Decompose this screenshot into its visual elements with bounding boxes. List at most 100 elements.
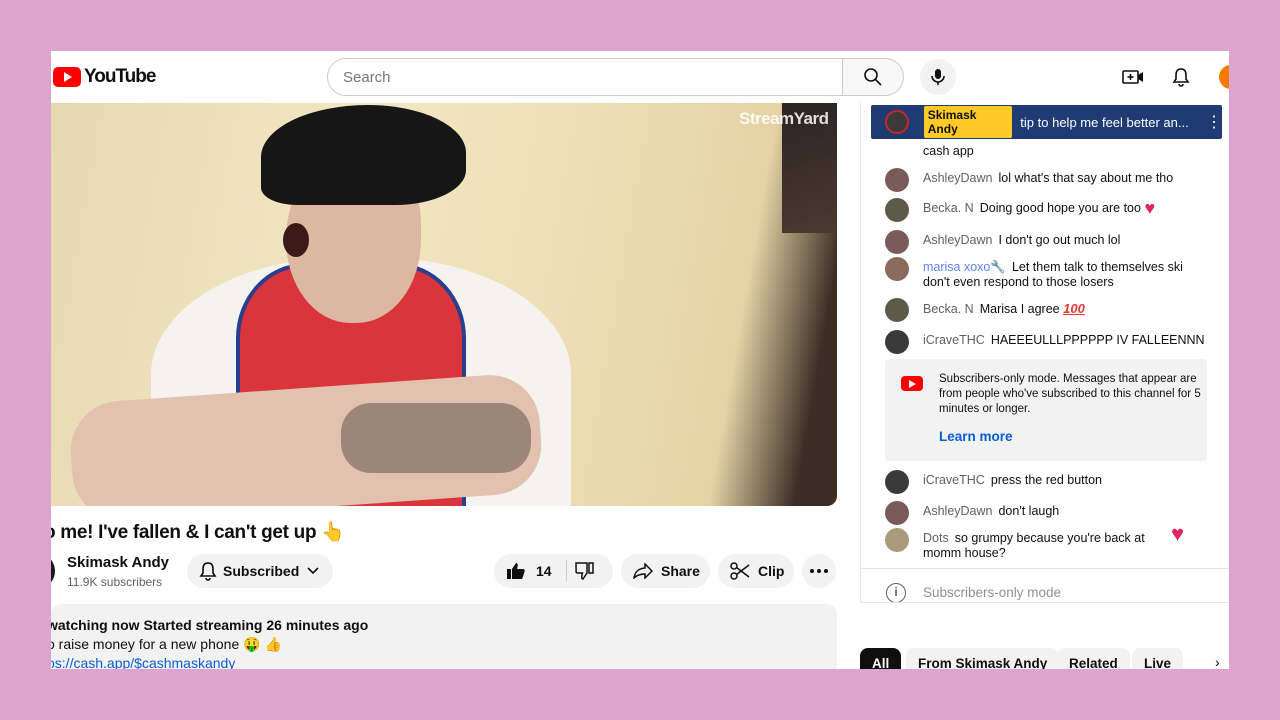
streamyard-watermark: StreamYard	[739, 109, 829, 128]
chat-avatar	[885, 501, 909, 525]
chat-message: AshleyDawn lol what's that say about me t…	[885, 168, 1205, 192]
video-subject-mouth	[283, 223, 309, 257]
bell-icon	[1172, 68, 1190, 87]
chat-message-text: I don't go out much lol	[998, 233, 1121, 247]
description-box[interactable]: watching now Started streaming 26 minute…	[51, 604, 837, 669]
logo-text: YouTube	[84, 66, 156, 87]
chip-live[interactable]: Live	[1132, 648, 1184, 669]
voice-search-button[interactable]	[920, 59, 956, 95]
view-stats: watching now Started streaming 26 minute…	[51, 617, 369, 633]
like-divider	[565, 560, 567, 582]
chat-avatar	[885, 168, 909, 192]
thumbs-down-icon	[574, 562, 594, 580]
channel-avatar[interactable]	[51, 556, 55, 586]
chat-message: Dots so grumpy because you're back at mom…	[885, 528, 1165, 561]
chat-author[interactable]: AshleyDawn	[923, 171, 992, 185]
top-bar: YouTube	[51, 51, 1229, 103]
subscribers-only-label: Subscribers-only mode	[923, 585, 1062, 600]
dislike-button[interactable]	[574, 562, 595, 580]
chat-avatar	[885, 230, 909, 254]
youtube-logo-icon	[901, 376, 923, 391]
chat-author[interactable]: Becka. N	[923, 201, 974, 215]
description-text: o raise money for a new phone 🤑 👍	[51, 636, 282, 652]
chat-author[interactable]: Dots	[923, 531, 949, 545]
like-count: 14	[536, 563, 552, 579]
scissors-icon	[730, 562, 750, 580]
search-icon	[864, 68, 882, 86]
heart-reaction-icon: ♥	[1171, 521, 1185, 546]
subscribed-button[interactable]: Subscribed	[187, 554, 333, 588]
chip-related[interactable]: Related	[1057, 648, 1130, 669]
chat-avatar	[885, 257, 909, 281]
video-player[interactable]: StreamYard	[51, 103, 837, 506]
chat-author[interactable]: AshleyDawn	[923, 504, 992, 518]
like-dislike-group: 14	[494, 554, 613, 588]
chevron-right-icon[interactable]: ›	[1215, 654, 1220, 669]
info-icon[interactable]: i	[886, 583, 906, 602]
channel-name[interactable]: Skimask Andy	[67, 554, 169, 571]
chat-message: iCraveTHC press the red button	[885, 470, 1205, 494]
chat-message: marisa xoxo🔧 Let them talk to themselves …	[885, 257, 1205, 290]
chat-message: Becka. N Doing good hope you are too ♥	[885, 198, 1205, 222]
chat-message: cash app	[885, 144, 1205, 159]
chip-from-channel[interactable]: From Skimask Andy	[906, 648, 1060, 669]
microphone-icon	[931, 69, 945, 85]
clip-button[interactable]: Clip	[718, 554, 794, 588]
subscribed-label: Subscribed	[223, 563, 300, 579]
chat-avatar	[885, 298, 909, 322]
video-subject-tattoo	[341, 403, 531, 473]
chat-message-text: HAEEEULLLPPPPPP IV FALLEENNN	[990, 333, 1205, 347]
account-avatar[interactable]	[1219, 65, 1229, 89]
chat-message: Becka. N Marisa I agree 100	[885, 298, 1205, 322]
chat-author[interactable]: marisa xoxo🔧	[923, 260, 1006, 274]
share-label: Share	[661, 563, 700, 579]
chat-message-text: don't laugh	[998, 504, 1060, 518]
chat-message-text: so grumpy because you're back at momm ho…	[923, 531, 1145, 560]
chat-author[interactable]: iCraveTHC	[923, 333, 985, 347]
search-box	[327, 58, 843, 96]
youtube-logo[interactable]: YouTube	[53, 66, 156, 88]
chat-avatar	[885, 330, 909, 354]
hundred-points-emoji-icon: 100	[1063, 301, 1085, 316]
search-button[interactable]	[842, 58, 904, 96]
chat-avatar	[885, 198, 909, 222]
thumbs-up-icon[interactable]	[506, 562, 526, 580]
youtube-window: YouTube StreamYard o me! I've fallen & I…	[51, 51, 1229, 669]
related-chips: All From Skimask Andy Related Live ›	[860, 648, 1229, 669]
create-video-icon	[1122, 70, 1143, 84]
learn-more-link[interactable]: Learn more	[939, 429, 1013, 444]
heart-emoji-icon: ♥	[1144, 198, 1156, 219]
youtube-logo-icon	[53, 67, 81, 87]
subscribers-only-notice: Subscribers-only mode. Messages that app…	[885, 359, 1207, 461]
more-vertical-icon[interactable]: ⋮	[1206, 112, 1222, 132]
notice-text: Subscribers-only mode. Messages that app…	[939, 373, 1201, 415]
pinned-author-name: Skimask Andy	[923, 106, 1013, 138]
chat-author[interactable]: iCraveTHC	[923, 473, 985, 487]
pinned-message-banner[interactable]: Skimask Andy tip to help me feel better …	[871, 105, 1222, 139]
chat-message: iCraveTHC HAEEEULLLPPPPPP IV FALLEENNN	[885, 330, 1205, 354]
chat-message-text: lol what's that say about me tho	[998, 171, 1174, 185]
chat-message-text: Marisa I agree	[979, 302, 1060, 316]
notifications-button[interactable]	[1167, 63, 1195, 91]
pinned-author-avatar	[885, 110, 909, 134]
video-subject-cap	[261, 105, 466, 205]
chat-avatar	[885, 528, 909, 552]
share-icon	[633, 563, 653, 579]
chip-all[interactable]: All	[860, 648, 902, 669]
search-input[interactable]	[343, 59, 823, 95]
chat-message-text: press the red button	[990, 473, 1102, 487]
chat-author[interactable]: Becka. N	[923, 302, 974, 316]
chat-message: AshleyDawn I don't go out much lol	[885, 230, 1205, 254]
chat-author[interactable]: AshleyDawn	[923, 233, 992, 247]
chevron-down-icon	[307, 567, 319, 575]
create-button[interactable]	[1119, 63, 1147, 91]
share-button[interactable]: Share	[621, 554, 710, 588]
pinned-message-text: tip to help me feel better an...	[1020, 114, 1189, 130]
chat-message-text: cash app	[923, 144, 974, 158]
more-horizontal-icon	[810, 569, 828, 573]
cashapp-link[interactable]: os://cash.app/$cashmaskandy	[51, 655, 235, 669]
bell-icon	[199, 562, 217, 581]
video-title: o me! I've fallen & I can't get up 👆	[51, 522, 345, 543]
more-actions-button[interactable]	[802, 554, 836, 588]
chat-avatar	[885, 470, 909, 494]
